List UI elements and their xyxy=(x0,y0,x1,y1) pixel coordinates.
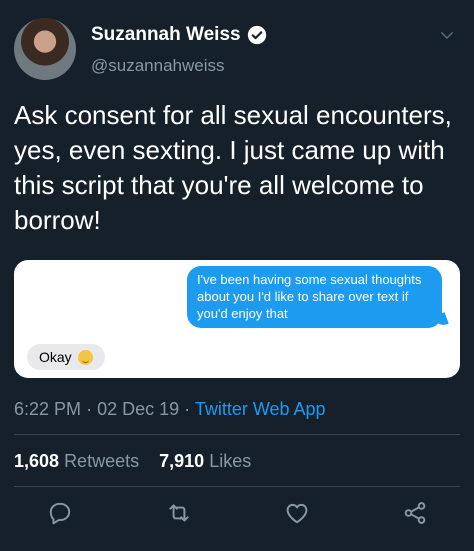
likes-count: 7,910 xyxy=(159,451,205,471)
relieved-face-emoji-icon xyxy=(77,349,93,365)
meta-separator: · xyxy=(86,399,93,419)
heart-icon[interactable] xyxy=(284,500,310,526)
author-name[interactable]: Suzannah Weiss xyxy=(91,24,241,46)
retweets-label: Retweets xyxy=(64,451,140,471)
share-icon[interactable] xyxy=(402,500,428,526)
avatar[interactable] xyxy=(14,18,76,80)
divider xyxy=(14,434,460,435)
retweets-count: 1,608 xyxy=(14,451,60,471)
meta-separator: · xyxy=(184,399,191,419)
tweet-stats: 1,608 Retweets 7,910 Likes xyxy=(14,451,251,472)
verified-badge-icon xyxy=(247,25,266,45)
retweets-stat[interactable]: 1,608 Retweets xyxy=(14,451,139,471)
outgoing-message-bubble: I've been having some sexual thoughts ab… xyxy=(187,266,449,328)
outgoing-message-text: I've been having some sexual thoughts ab… xyxy=(197,272,422,321)
divider xyxy=(14,486,460,487)
tweet-source-link[interactable]: Twitter Web App xyxy=(195,399,326,419)
tweet-actions xyxy=(0,500,474,530)
bubble-tail xyxy=(433,312,449,328)
comment-icon[interactable] xyxy=(47,500,73,526)
tweet-text: Ask consent for all sexual encounters, y… xyxy=(14,100,452,235)
incoming-message-text: Okay xyxy=(39,349,72,365)
tweet-date: 02 Dec 19 xyxy=(97,399,180,419)
tweet-meta: 6:22 PM · 02 Dec 19 · Twitter Web App xyxy=(14,399,326,420)
retweet-icon[interactable] xyxy=(166,500,192,526)
tweet-image[interactable]: I've been having some sexual thoughts ab… xyxy=(14,260,460,378)
tweet-time: 6:22 PM xyxy=(14,399,82,419)
likes-stat[interactable]: 7,910 Likes xyxy=(159,451,251,471)
author-handle[interactable]: @suzannahweiss xyxy=(91,56,225,76)
author-name-row[interactable]: Suzannah Weiss xyxy=(91,24,267,46)
incoming-message-bubble: Okay xyxy=(27,344,105,370)
chevron-down-icon[interactable] xyxy=(438,26,456,44)
likes-label: Likes xyxy=(209,451,252,471)
